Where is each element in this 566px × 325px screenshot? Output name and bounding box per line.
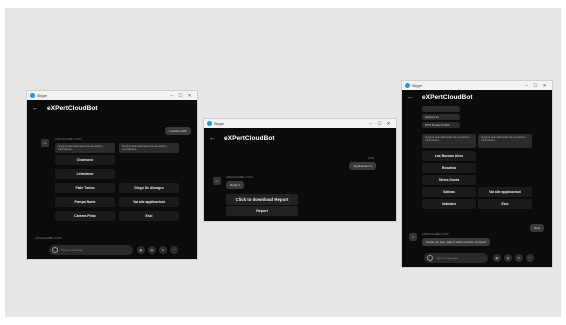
- contact-icon[interactable]: ▤: [504, 254, 512, 262]
- emoji-icon[interactable]: [52, 247, 58, 253]
- previous-item: ...: [422, 106, 460, 112]
- choice-card-right: Scegli la sede della quale hai necessità…: [478, 134, 532, 148]
- mic-icon[interactable]: ●: [515, 254, 523, 262]
- bot-avatar: eX: [409, 233, 417, 241]
- chat-header: ← eXPertCloudBot: [27, 100, 197, 116]
- report-button[interactable]: Report: [226, 206, 298, 216]
- choice-button[interactable]: Fiale Torino: [55, 183, 115, 193]
- contact-icon[interactable]: ▤: [148, 246, 156, 254]
- window-title: Skype: [412, 83, 422, 88]
- back-arrow-icon[interactable]: ←: [209, 135, 216, 142]
- choice-button[interactable]: Las Buenas Aires: [422, 151, 476, 161]
- previous-item: Ambiente 34: [422, 114, 460, 120]
- bot-avatar: eX: [213, 177, 221, 185]
- skype-logo-icon: [30, 93, 35, 98]
- composer-placeholder: Type a message: [436, 256, 459, 260]
- bot-name: eXPertCloudBot: [422, 93, 473, 101]
- mic-icon[interactable]: ●: [159, 246, 167, 254]
- bot-meta: eXPertCloudBot, 16:00: [422, 233, 449, 236]
- back-arrow-icon[interactable]: ←: [407, 94, 414, 101]
- choice-button[interactable]: Pampa Norte: [55, 197, 115, 207]
- message-composer[interactable]: Type a message: [424, 253, 488, 263]
- more-icon[interactable]: ···: [170, 246, 178, 254]
- title-bar: Skype – ☐ ✕: [402, 81, 552, 90]
- choice-button[interactable]: Salinas: [422, 187, 476, 197]
- user-message: Esci: [530, 224, 544, 232]
- previous-item: RTTX Provider SYSNS: [422, 122, 460, 128]
- window-title: Skype: [37, 93, 47, 98]
- composer-placeholder: Type a message: [61, 248, 84, 252]
- close-button[interactable]: ✕: [384, 121, 393, 127]
- bot-avatar: eX: [41, 139, 49, 147]
- maximize-button[interactable]: ☐: [531, 83, 540, 89]
- maximize-button[interactable]: ☐: [375, 121, 384, 127]
- emoji-icon[interactable]: [427, 255, 433, 261]
- skype-window-3: Skype – ☐ ✕ ← eXPertCloudBot ... Ambient…: [401, 80, 553, 268]
- bot-message: Grazie per aver usato il nostro servizio…: [422, 238, 491, 246]
- image-icon[interactable]: ▣: [493, 254, 501, 262]
- chat-header: ← eXPertCloudBot: [204, 128, 396, 148]
- skype-window-2: Skype – ☐ ✕ ← eXPertCloudBot 15:00 Appli…: [203, 118, 397, 222]
- chat-header: ← eXPertCloudBot: [402, 90, 552, 104]
- close-button[interactable]: ✕: [540, 83, 549, 89]
- skype-logo-icon: [405, 83, 410, 88]
- back-arrow-icon[interactable]: ←: [32, 105, 39, 112]
- user-message: Applicazioni 1: [349, 162, 376, 170]
- user-message: Impianti GDF: [165, 127, 191, 135]
- choice-button[interactable]: Imbiotes: [422, 199, 476, 209]
- choice-button[interactable]: Rosalina: [422, 163, 476, 173]
- desktop-background: Skype – ☐ ✕ ← eXPertCloudBot Impianti GD…: [5, 8, 561, 317]
- choice-card-left: Scegli la sede della quale hai necessità…: [422, 134, 476, 148]
- minimize-button[interactable]: –: [522, 83, 531, 88]
- message-composer[interactable]: Type a message: [49, 245, 133, 255]
- choice-button[interactable]: Vai alle applicazioni: [119, 197, 179, 207]
- choice-card-right: Scegli la sede della quale hai necessità…: [119, 143, 179, 153]
- title-bar: Skype – ☐ ✕: [204, 119, 396, 128]
- bot-message: Nodo 3: [226, 181, 244, 189]
- choice-button[interactable]: Chamonix: [55, 155, 115, 165]
- choice-button[interactable]: Vai alle applicazioni: [478, 187, 532, 197]
- choice-button[interactable]: Sierra Gorda: [422, 175, 476, 185]
- bot-meta: eXPertCloudBot, 15:00: [226, 176, 253, 179]
- more-icon[interactable]: ···: [526, 254, 534, 262]
- choice-card-left: Scegli la sede della quale hai necessità…: [55, 143, 115, 153]
- download-report-button[interactable]: Click to download Report: [226, 194, 298, 205]
- skype-window-1: Skype – ☐ ✕ ← eXPertCloudBot Impianti GD…: [26, 90, 198, 260]
- bot-name: eXPertCloudBot: [47, 104, 98, 112]
- title-bar: Skype – ☐ ✕: [27, 91, 197, 100]
- close-button[interactable]: ✕: [185, 93, 194, 99]
- choice-button[interactable]: Carrera Pinto: [55, 211, 115, 221]
- image-icon[interactable]: ▣: [137, 246, 145, 254]
- window-title: Skype: [214, 121, 224, 126]
- choice-button[interactable]: Lebedeme: [55, 169, 115, 179]
- maximize-button[interactable]: ☐: [176, 93, 185, 99]
- bot-name: eXPertCloudBot: [224, 134, 275, 142]
- bottom-meta: eXPertCloudBot, 16:00: [35, 237, 62, 240]
- minimize-button[interactable]: –: [366, 121, 375, 126]
- bot-meta: eXPertCloudBot, 16:00: [55, 138, 82, 141]
- choice-button[interactable]: Esci: [478, 199, 532, 209]
- choice-button[interactable]: Esci: [119, 211, 179, 221]
- skype-logo-icon: [207, 121, 212, 126]
- message-time: 15:00: [367, 157, 375, 160]
- minimize-button[interactable]: –: [167, 93, 176, 98]
- choice-button[interactable]: Diego De Almagro: [119, 183, 179, 193]
